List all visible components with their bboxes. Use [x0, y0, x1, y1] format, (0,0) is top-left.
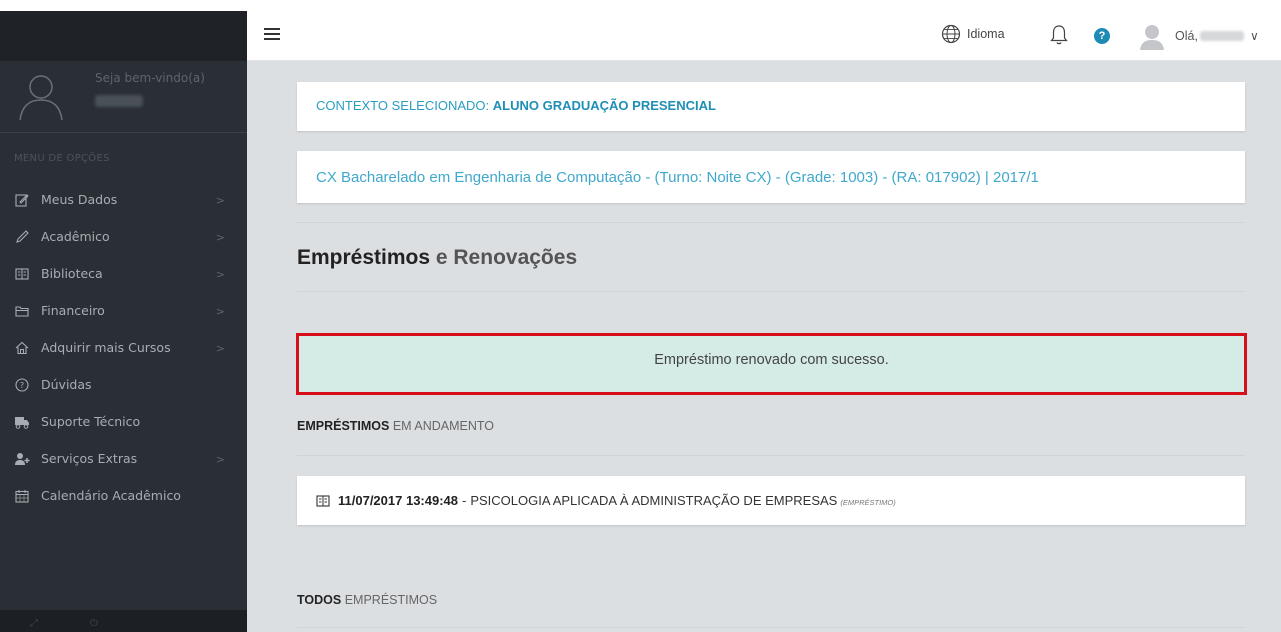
page-title-bold: Empréstimos [297, 246, 431, 269]
app-root: Seja bem-vindo(a) MENU DE OPÇÕES Meus Da… [0, 0, 1281, 632]
sidebar-item-academico[interactable]: Acadêmico > [0, 218, 247, 255]
header-user-name-redacted [1199, 31, 1244, 41]
section-title-bold: EMPRÉSTIMOS [297, 419, 390, 433]
divider [297, 291, 1245, 292]
divider [297, 627, 1245, 628]
course-text: CX Bacharelado em Engenharia de Computaç… [316, 169, 1039, 186]
sidebar-item-financeiro[interactable]: Financeiro > [0, 292, 247, 329]
page-title: Empréstimos e Renovações [297, 246, 577, 270]
truck-icon [14, 414, 30, 430]
sidebar-item-label: Suporte Técnico [41, 414, 141, 429]
home-icon [14, 340, 30, 356]
greeting-text: Olá, [1175, 29, 1198, 43]
sidebar-item-adquirir-cursos[interactable]: Adquirir mais Cursos > [0, 329, 247, 366]
loan-item[interactable]: 11/07/2017 13:49:48 - PSICOLOGIA APLICAD… [297, 476, 1245, 525]
user-plus-icon [14, 451, 30, 467]
sidebar-item-biblioteca[interactable]: Biblioteca > [0, 255, 247, 292]
page-title-rest: e Renovações [430, 246, 578, 269]
sidebar-item-label: Adquirir mais Cursos [41, 340, 171, 355]
bell-icon[interactable] [1049, 24, 1069, 46]
user-avatar-icon [1140, 25, 1164, 50]
sidebar-brand [0, 11, 247, 61]
section-title-bold: TODOS [297, 593, 342, 607]
top-strip [0, 0, 1281, 11]
hamburger-menu-icon[interactable] [264, 28, 280, 42]
sidebar: Seja bem-vindo(a) MENU DE OPÇÕES Meus Da… [0, 11, 247, 632]
language-label: Idioma [967, 27, 1005, 41]
chevron-right-icon: > [215, 453, 225, 466]
chevron-down-icon: ∨ [1249, 29, 1259, 43]
edit-icon [14, 192, 30, 208]
context-value: ALUNO GRADUAÇÃO PRESENCIAL [492, 98, 716, 113]
context-prefix: CONTEXTO SELECIONADO: [316, 98, 490, 113]
divider [297, 455, 1245, 456]
chevron-right-icon: > [215, 194, 225, 207]
pencil-icon [14, 229, 30, 245]
language-selector[interactable]: Idioma [941, 24, 1005, 44]
section-title-rest: EMPRÉSTIMOS [341, 593, 438, 607]
sidebar-item-meus-dados[interactable]: Meus Dados > [0, 181, 247, 218]
sidebar-footer: ⤢ ⏻ [0, 610, 247, 632]
folder-icon [14, 303, 30, 319]
sidebar-item-suporte-tecnico[interactable]: Suporte Técnico [0, 403, 247, 440]
top-header: Idioma ? Olá, ∨ [247, 11, 1281, 61]
expand-icon[interactable]: ⤢ [30, 618, 38, 629]
context-card[interactable]: CONTEXTO SELECIONADO: ALUNO GRADUAÇÃO PR… [297, 82, 1245, 131]
globe-icon [941, 24, 961, 44]
sidebar-item-label: Biblioteca [41, 266, 103, 281]
chevron-right-icon: > [215, 231, 225, 244]
user-avatar-icon [19, 75, 63, 121]
loan-title: PSICOLOGIA APLICADA À ADMINISTRAÇÃO DE E… [470, 493, 838, 508]
main-content: CONTEXTO SELECIONADO: ALUNO GRADUAÇÃO PR… [247, 61, 1281, 632]
calendar-icon [14, 488, 30, 504]
welcome-text: Seja bem-vindo(a) [95, 71, 205, 85]
sidebar-item-label: Dúvidas [41, 377, 92, 392]
divider [297, 222, 1245, 223]
help-icon[interactable]: ? [1094, 28, 1110, 44]
sidebar-item-label: Calendário Acadêmico [41, 488, 181, 503]
sidebar-item-servicos-extras[interactable]: Serviços Extras > [0, 440, 247, 477]
book-icon [316, 495, 330, 507]
sidebar-profile: Seja bem-vindo(a) [0, 61, 247, 133]
sidebar-item-label: Financeiro [41, 303, 105, 318]
menu-header: MENU DE OPÇÕES [14, 153, 110, 164]
chevron-right-icon: > [215, 268, 225, 281]
section-title-all: TODOS EMPRÉSTIMOS [297, 593, 437, 607]
loan-type: (EMPRÉSTIMO) [840, 498, 896, 507]
chevron-right-icon: > [215, 342, 225, 355]
loan-datetime: 11/07/2017 13:49:48 [338, 493, 458, 508]
sidebar-item-label: Serviços Extras [41, 451, 138, 466]
success-alert: Empréstimo renovado com sucesso. [296, 333, 1247, 395]
book-icon [14, 266, 30, 282]
course-card[interactable]: CX Bacharelado em Engenharia de Computaç… [297, 151, 1245, 203]
sidebar-item-label: Meus Dados [41, 192, 118, 207]
question-circle-icon: ? [14, 377, 30, 393]
alert-message: Empréstimo renovado com sucesso. [654, 352, 889, 368]
section-title-ongoing: EMPRÉSTIMOS EM ANDAMENTO [297, 419, 494, 433]
section-title-rest: EM ANDAMENTO [389, 419, 495, 433]
loan-separator: - [462, 493, 467, 508]
sidebar-item-calendario-academico[interactable]: Calendário Acadêmico [0, 477, 247, 514]
sidebar-user-name-redacted [95, 95, 143, 107]
chevron-right-icon: > [215, 305, 225, 318]
svg-text:?: ? [20, 381, 24, 390]
user-menu[interactable]: Olá, ∨ [1137, 21, 1259, 51]
sidebar-item-duvidas[interactable]: ? Dúvidas [0, 366, 247, 403]
power-icon[interactable]: ⏻ [90, 618, 98, 629]
sidebar-item-label: Acadêmico [41, 229, 110, 244]
